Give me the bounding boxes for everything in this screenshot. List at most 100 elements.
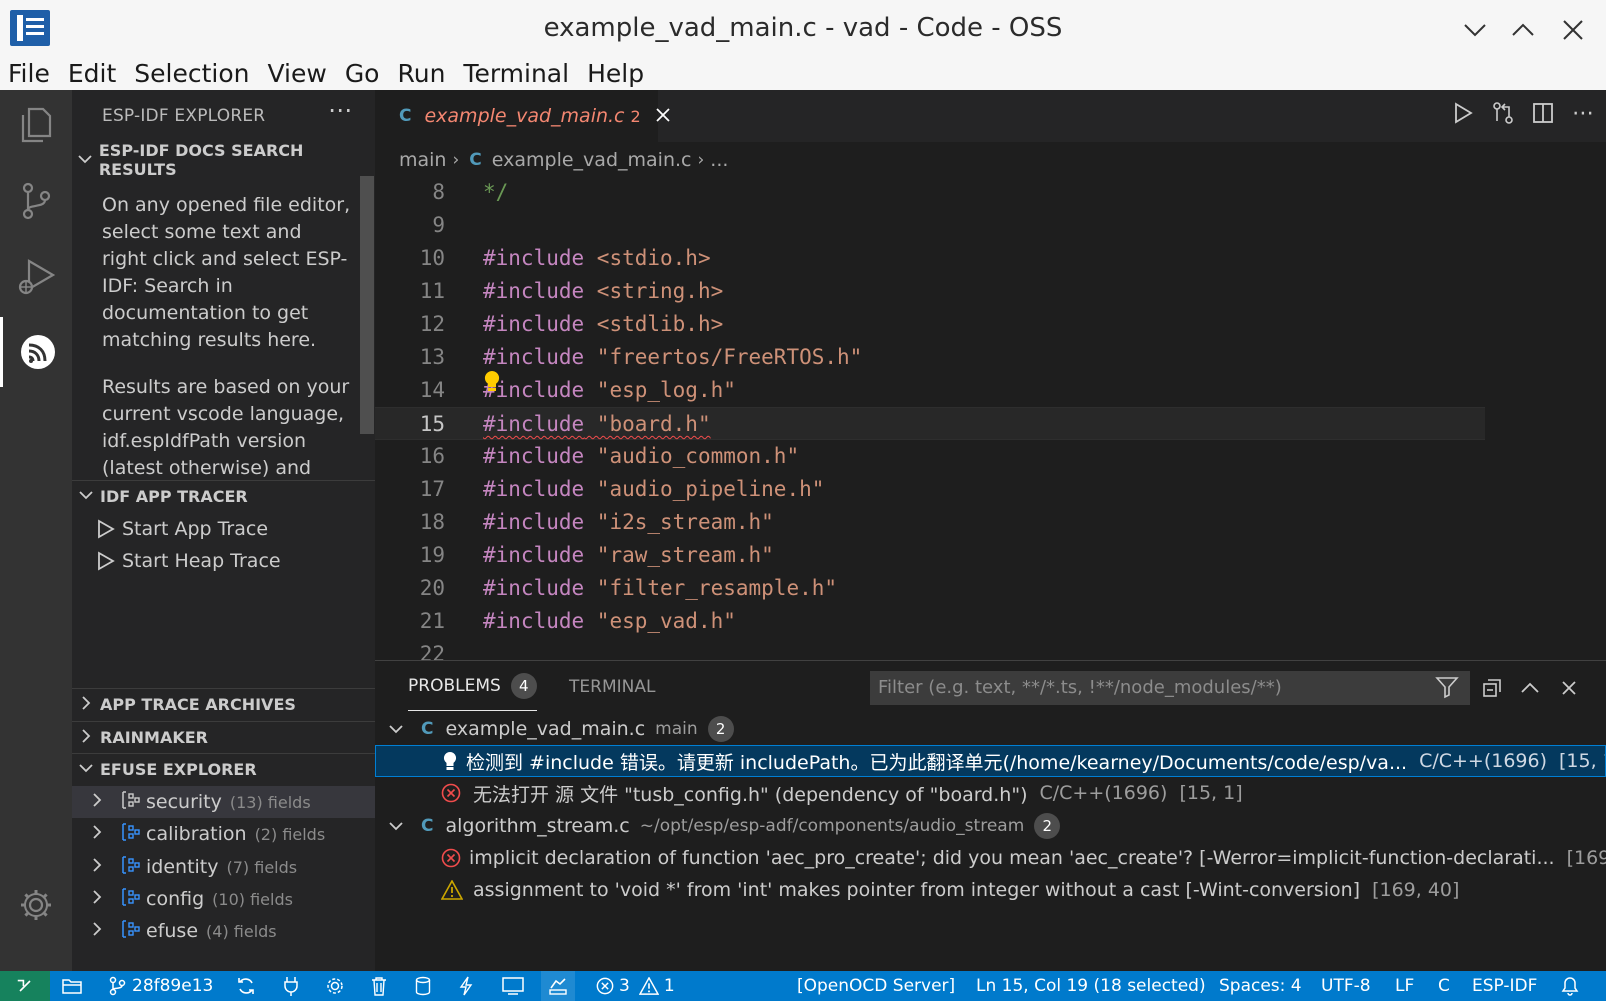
plug-icon[interactable] — [282, 971, 300, 1001]
code-line[interactable]: 9 — [375, 209, 1485, 242]
encoding[interactable]: UTF-8 — [1321, 971, 1371, 1001]
start-app-trace-item[interactable]: Start App Trace — [90, 513, 268, 545]
code-line[interactable]: 10 #include <stdio.h> — [375, 242, 1485, 275]
code-line[interactable]: 12 #include <stdlib.h> — [375, 308, 1485, 341]
problem-file-group[interactable]: C algorithm_stream.c ~/opt/esp/esp-adf/c… — [375, 810, 1606, 842]
cursor-position[interactable]: Ln 15, Col 19 (18 selected) — [976, 971, 1206, 1001]
breadcrumb-folder[interactable]: main — [399, 149, 446, 171]
split-editor-icon[interactable] — [1530, 100, 1556, 126]
efuse-item-security[interactable]: security (13) fields — [72, 786, 375, 818]
idf-label[interactable]: ESP-IDF — [1472, 971, 1537, 1001]
close-window-button[interactable] — [1557, 14, 1589, 46]
run-icon[interactable] — [1450, 100, 1476, 126]
breadcrumb-more[interactable]: ... — [710, 149, 728, 171]
notification-bell-icon[interactable] — [1561, 971, 1579, 1001]
settings-gear-icon[interactable] — [325, 971, 345, 1001]
menu-view[interactable]: View — [259, 58, 336, 90]
menu-terminal[interactable]: Terminal — [455, 58, 579, 90]
code-line[interactable]: 20 #include "filter_resample.h" — [375, 572, 1485, 605]
code-line[interactable]: 19 #include "raw_stream.h" — [375, 539, 1485, 572]
problem-file-group[interactable]: C example_vad_main.c main 2 — [375, 713, 1606, 745]
code-line[interactable]: 13 #include "freertos/FreeRTOS.h" — [375, 341, 1485, 374]
menu-run[interactable]: Run — [389, 58, 455, 90]
problem-item[interactable]: implicit declaration of function 'aec_pr… — [375, 842, 1606, 874]
breadcrumb-file[interactable]: example_vad_main.c — [492, 149, 692, 171]
problem-item[interactable]: 无法打开 源 文件 "tusb_config.h" (dependency of… — [375, 777, 1606, 809]
keyword-token: #include — [483, 279, 585, 303]
espressif-icon[interactable] — [0, 317, 72, 387]
menu-edit[interactable]: Edit — [60, 58, 126, 90]
docs-scrollbar[interactable] — [360, 176, 374, 434]
code-line[interactable]: 21 #include "esp_vad.h" — [375, 605, 1485, 638]
code-line[interactable]: 18 #include "i2s_stream.h" — [375, 506, 1485, 539]
menu-go[interactable]: Go — [337, 58, 390, 90]
more-actions-icon[interactable]: ⋯ — [328, 96, 352, 124]
efuse-item-calibration[interactable]: calibration (2) fields — [72, 818, 375, 850]
compare-changes-icon[interactable] — [1490, 100, 1516, 126]
start-heap-trace-item[interactable]: Start Heap Trace — [90, 545, 281, 577]
more-actions-icon[interactable]: ⋯ — [1570, 100, 1596, 126]
problems-filter-input[interactable]: Filter (e.g. text, **/*.ts, !**/node_mod… — [870, 671, 1470, 705]
branch-indicator[interactable]: 28f89e13 — [108, 971, 213, 1001]
source-control-icon[interactable] — [0, 166, 72, 236]
openocd-status[interactable]: [OpenOCD Server] — [797, 971, 955, 1001]
line-ending[interactable]: LF — [1395, 971, 1414, 1001]
remote-indicator[interactable] — [0, 971, 50, 1001]
lightbulb-icon[interactable] — [483, 370, 501, 396]
code-line[interactable]: 8 */ — [375, 176, 1485, 209]
code-line[interactable]: 11 #include <string.h> — [375, 275, 1485, 308]
sync-icon[interactable] — [236, 971, 256, 1001]
minimize-button[interactable] — [1459, 14, 1491, 46]
monitor-icon[interactable] — [502, 971, 524, 1001]
code-line[interactable]: 17 #include "audio_pipeline.h" — [375, 473, 1485, 506]
trace-item-label: Start Heap Trace — [122, 550, 281, 572]
problem-message: assignment to 'void *' from 'int' makes … — [473, 879, 1361, 901]
line-number: 19 — [419, 543, 445, 567]
efuse-item-config[interactable]: config (10) fields — [72, 883, 375, 915]
maximize-panel-icon[interactable] — [1517, 675, 1543, 701]
indentation[interactable]: Spaces: 4 — [1219, 971, 1302, 1001]
tracer-section-header[interactable]: IDF APP TRACER — [72, 480, 375, 512]
maximize-button[interactable] — [1507, 14, 1539, 46]
archives-section-header[interactable]: APP TRACE ARCHIVES — [72, 688, 375, 720]
string-token: "esp_vad.h" — [584, 609, 736, 633]
problem-item[interactable]: 检测到 #include 错误。请更新 includePath。已为此翻译单元(… — [375, 745, 1606, 777]
tab-problems[interactable]: PROBLEMS 4 — [408, 661, 537, 711]
tab-example-vad-main[interactable]: C example_vad_main.c 2 — [375, 90, 670, 142]
string-token: "i2s_stream.h" — [584, 510, 774, 534]
code-line[interactable]: 14 #include "esp_log.h" — [375, 374, 1485, 407]
trash-icon[interactable] — [370, 971, 388, 1001]
explorer-icon[interactable] — [0, 90, 72, 160]
efuse-section-header[interactable]: EFUSE EXPLORER — [72, 753, 375, 785]
build-flash-monitor-icon[interactable] — [541, 971, 575, 1001]
database-icon[interactable] — [415, 971, 431, 1001]
branch-name: 28f89e13 — [132, 976, 214, 996]
collapse-all-icon[interactable] — [1479, 675, 1505, 701]
flash-icon[interactable] — [459, 971, 473, 1001]
efuse-item-count: (10) fields — [212, 889, 293, 909]
gear-icon[interactable] — [0, 870, 72, 940]
code-line[interactable]: 16 #include "audio_common.h" — [375, 440, 1485, 473]
code-line[interactable]: 22 — [375, 638, 1485, 660]
problems-summary[interactable]: 3 1 — [596, 971, 675, 1001]
folder-icon[interactable] — [62, 971, 82, 1001]
rainmaker-section-header[interactable]: RAINMAKER — [72, 721, 375, 753]
problem-item[interactable]: assignment to 'void *' from 'int' makes … — [375, 874, 1606, 906]
keyword-token: #include — [483, 543, 585, 567]
code-editor[interactable]: 8 */ 9 10 #include <stdio.h> 11 #include <stri… — [375, 176, 1606, 660]
efuse-item-identity[interactable]: identity (7) fields — [72, 851, 375, 883]
language-mode[interactable]: C — [1438, 971, 1450, 1001]
run-debug-icon[interactable] — [0, 242, 72, 312]
efuse-item-efuse[interactable]: efuse (4) fields — [72, 915, 375, 947]
filter-icon[interactable] — [1435, 675, 1459, 703]
menu-selection[interactable]: Selection — [126, 58, 259, 90]
close-tab-icon[interactable] — [655, 104, 671, 128]
tab-terminal[interactable]: TERMINAL — [569, 661, 655, 713]
menu-help[interactable]: Help — [579, 58, 654, 90]
symbol-structure-icon — [120, 822, 146, 847]
breadcrumb: main › C example_vad_main.c › ... — [399, 144, 728, 176]
close-panel-icon[interactable] — [1556, 675, 1582, 701]
docs-section-header[interactable]: ESP-IDF DOCS SEARCH RESULTS — [72, 141, 375, 179]
code-line[interactable]: 15 #include "board.h" — [375, 407, 1485, 440]
menu-file[interactable]: File — [0, 58, 60, 90]
